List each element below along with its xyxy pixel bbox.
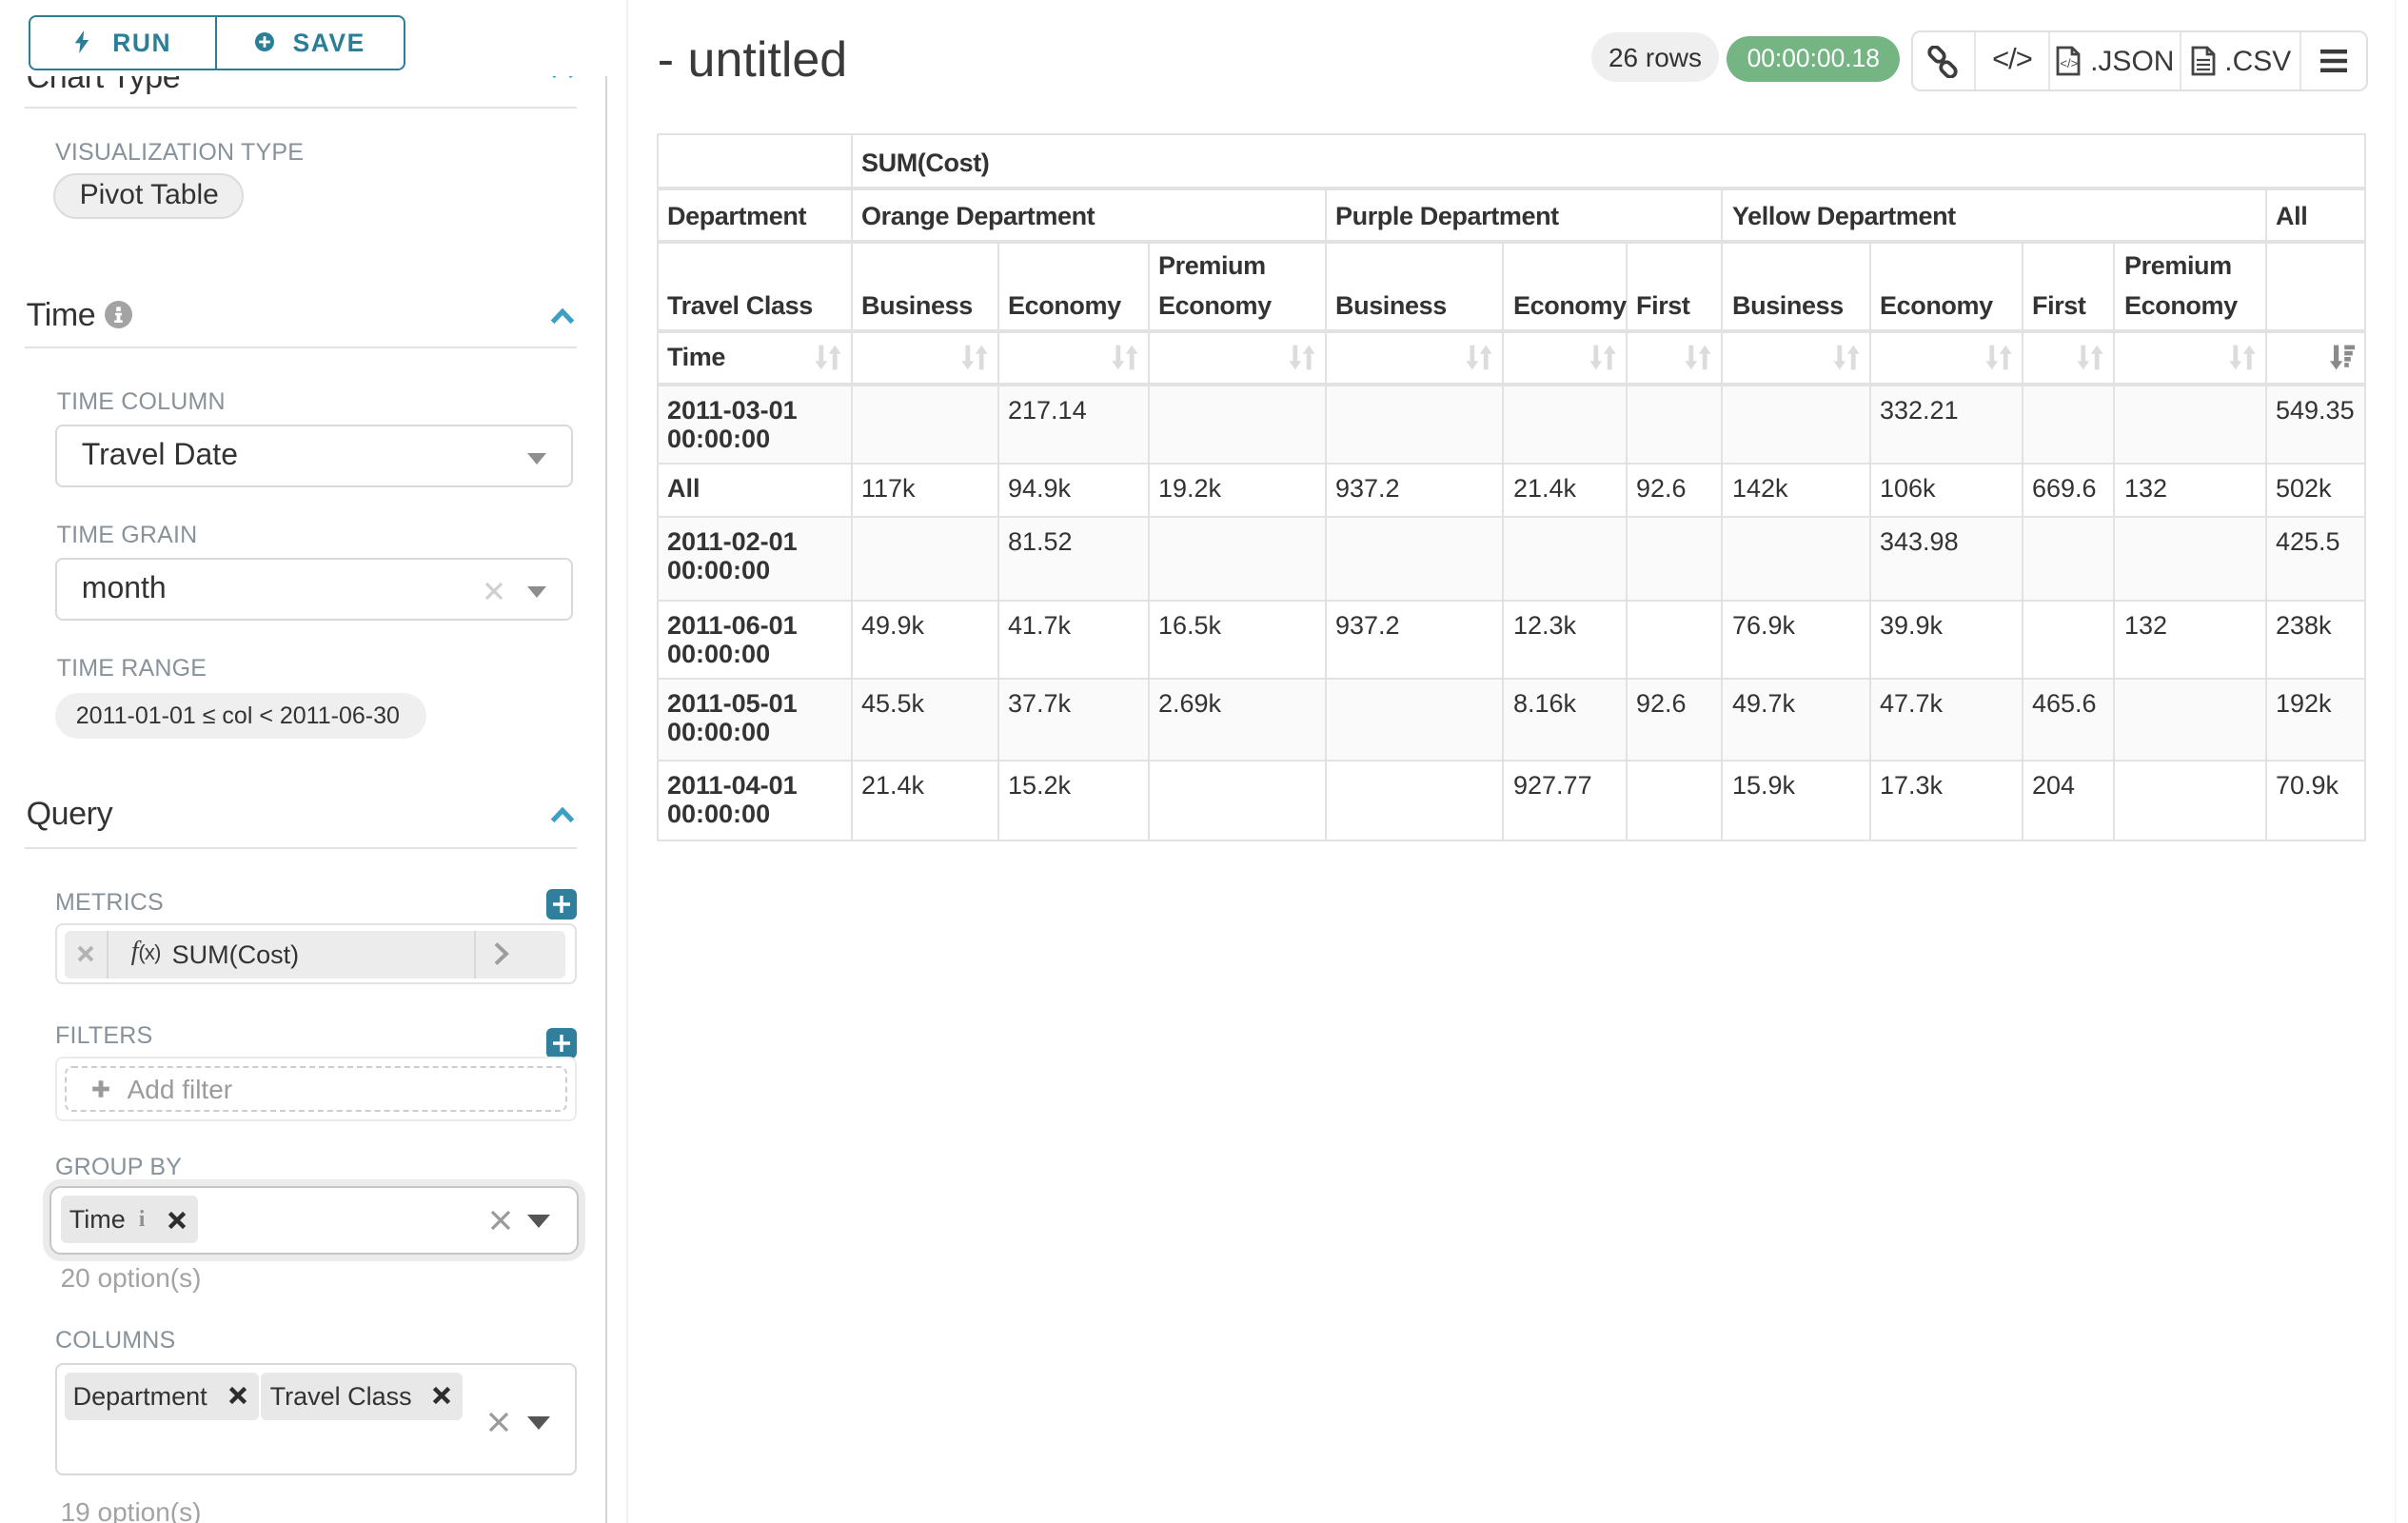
svg-text:</>: </> [2060,57,2078,71]
